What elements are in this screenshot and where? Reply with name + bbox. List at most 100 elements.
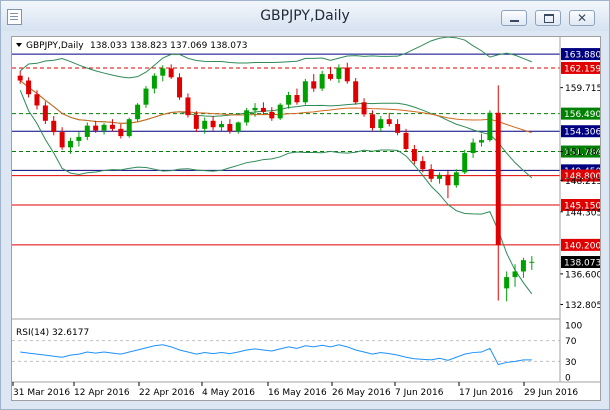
time-tick-label: 16 May 2016: [268, 388, 327, 398]
candle-body: [495, 112, 501, 245]
time-tick-label: 7 Jun 2016: [395, 388, 444, 398]
price-tick-label: 159.715: [565, 84, 600, 94]
candle-body: [302, 81, 308, 103]
candle-body: [328, 74, 334, 79]
candle-body: [286, 95, 292, 105]
candle-body: [160, 68, 166, 76]
candlestick-chart[interactable]: 163.880162.159156.490154.306151.784149.4…: [12, 36, 602, 400]
candle-body: [126, 119, 132, 137]
candle-body: [529, 261, 535, 263]
rsi-label: RSI(14) 32.6177: [16, 328, 89, 338]
candle-body: [395, 124, 401, 133]
candle-body: [244, 110, 250, 123]
candle-body: [101, 124, 107, 131]
candle-body: [42, 105, 48, 121]
candle-body: [319, 74, 325, 89]
candle-body: [277, 104, 283, 119]
maximize-button[interactable]: [535, 10, 561, 26]
candle-body: [109, 124, 115, 129]
candle-body: [51, 120, 57, 133]
ohlc-header: 138.033 138.823 137.069 138.073: [90, 41, 247, 51]
candle-body: [143, 88, 149, 105]
candle-body: [294, 95, 300, 103]
candle-body: [26, 80, 32, 95]
candle-body: [445, 174, 451, 186]
window-titlebar[interactable]: GBPJPY,Daily ✕: [1, 1, 609, 31]
candle-body: [202, 120, 208, 129]
time-tick-label: 12 Apr 2016: [74, 388, 130, 398]
price-tick-label: 151.784: [565, 148, 600, 158]
rsi-level-label: 70: [565, 337, 577, 347]
candle-body: [227, 124, 233, 132]
chart-area[interactable]: 163.880162.159156.490154.306151.784149.4…: [11, 36, 602, 401]
candle-body: [252, 107, 258, 111]
candle-body: [336, 67, 342, 79]
candle-body: [428, 169, 434, 179]
current-price-label: 138.073: [564, 259, 600, 269]
minimize-button[interactable]: [501, 10, 527, 26]
candle-body: [520, 260, 526, 272]
bollinger-bands: [19, 36, 533, 295]
price-tick-label: 148.215: [565, 177, 600, 187]
candle-body: [504, 277, 510, 289]
candle-body: [403, 132, 409, 149]
candle-body: [453, 172, 459, 186]
price-tick-label: 132.805: [565, 301, 600, 311]
candle-body: [437, 174, 443, 179]
candle-body: [93, 125, 99, 131]
time-tick-label: 17 Jun 2016: [459, 388, 513, 398]
rsi-level-label: 100: [565, 322, 582, 332]
candle-body: [386, 119, 392, 125]
candle-body: [210, 120, 216, 128]
candle-body: [193, 115, 199, 129]
candle-body: [185, 97, 191, 116]
candle-body: [235, 122, 241, 132]
minimize-icon: [502, 11, 526, 25]
candle-body: [378, 119, 384, 129]
candle-body: [68, 140, 74, 148]
time-tick-label: 4 May 2016: [202, 388, 255, 398]
candle-body: [118, 128, 124, 137]
moving-average-line: [19, 80, 532, 134]
chart-window: GBPJPY,Daily ✕ 163.880 162.159 156.490 154.…: [0, 0, 610, 410]
close-button[interactable]: ✕: [569, 10, 595, 26]
candle-body: [17, 75, 23, 81]
price-level-label: 154.306: [564, 128, 600, 138]
candle-body: [420, 161, 426, 170]
candle-body: [59, 132, 65, 148]
symbol-dropdown-icon[interactable]: [16, 43, 22, 47]
candle-body: [218, 124, 224, 128]
candle-body: [177, 77, 183, 98]
price-level-label: 163.880: [564, 51, 600, 61]
candle-body: [168, 68, 174, 78]
time-tick-label: 22 Apr 2016: [139, 388, 195, 398]
candle-body: [470, 142, 476, 154]
candle-body: [135, 104, 141, 120]
price-level-label: 162.159: [564, 64, 600, 74]
candle-body: [76, 136, 82, 141]
time-tick-label: 29 Jun 2016: [524, 388, 578, 398]
candle-body: [151, 75, 157, 89]
candle-body: [84, 125, 90, 137]
candle-body: [260, 107, 266, 112]
symbol-label: GBPJPY,Daily: [26, 41, 84, 51]
close-icon: ✕: [576, 11, 588, 25]
candle-body: [353, 81, 359, 103]
rsi-level-label: 30: [565, 358, 577, 368]
maximize-icon: [536, 11, 560, 25]
price-tick-label: 144.305: [565, 208, 600, 218]
candle-body: [344, 67, 350, 82]
price-level-label: 140.200: [564, 241, 600, 251]
candle-body: [487, 112, 493, 141]
price-tick-label: 136.600: [565, 270, 600, 280]
bollinger-lower-line: [19, 89, 533, 295]
candle-body: [269, 111, 275, 119]
candle-body: [512, 271, 518, 278]
time-tick-label: 26 May 2016: [332, 388, 391, 398]
candle-body: [311, 81, 317, 89]
candle-body: [462, 153, 468, 173]
price-level-label: 156.490: [564, 110, 600, 120]
time-tick-label: 31 Mar 2016: [13, 388, 70, 398]
candle-body: [369, 114, 375, 129]
candle-body: [478, 140, 484, 143]
